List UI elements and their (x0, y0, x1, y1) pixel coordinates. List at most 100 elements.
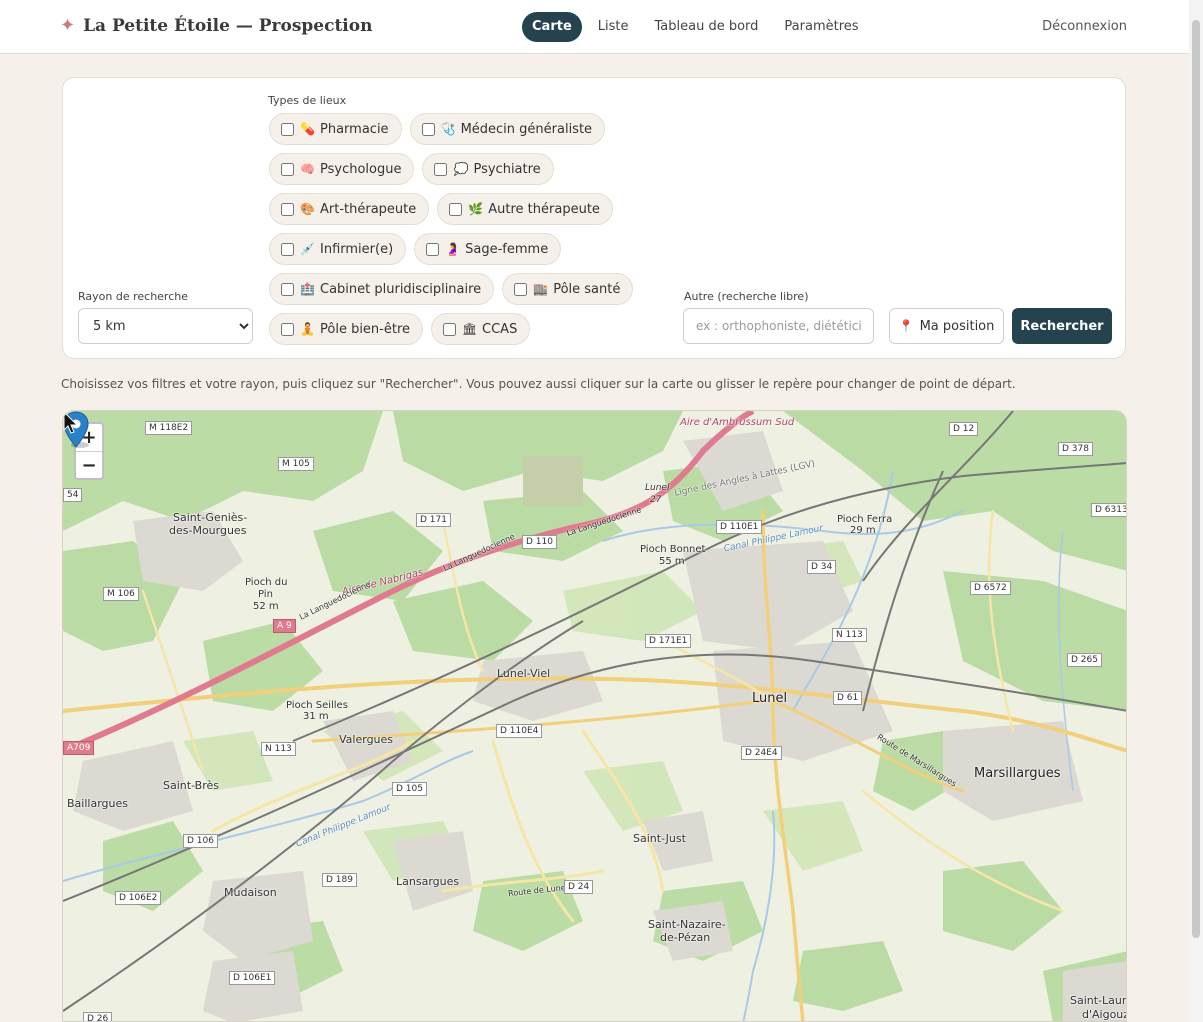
type-chip-medecin-generaliste[interactable]: 🩺 Médecin généraliste (409, 113, 606, 145)
brand-title: La Petite Étoile — Prospection (83, 16, 373, 36)
brand[interactable]: ✦ La Petite Étoile — Prospection (60, 14, 372, 38)
type-label: Sage-femme (465, 241, 549, 257)
road-shield: D 110E4 (496, 724, 543, 738)
type-chip-cabinet-pluridisciplinaire[interactable]: 🏥 Cabinet pluridisciplinaire (269, 273, 495, 305)
road-shield: D 24E4 (741, 746, 782, 760)
search-button[interactable]: Rechercher (1012, 308, 1112, 344)
map-tiles (63, 411, 1126, 1021)
types-row: 💊 Pharmacie 🩺 Médecin généraliste (269, 113, 606, 145)
type-checkbox-infirmier[interactable] (281, 242, 294, 256)
map-place-label: Pioch Bonnet (640, 544, 706, 555)
logout-link[interactable]: Déconnexion (1042, 19, 1127, 34)
my-position-button[interactable]: 📍 Ma position (889, 308, 1004, 344)
map-place-label: Valergues (339, 733, 394, 746)
brain-icon: 🧠 (300, 162, 315, 176)
type-checkbox-pharmacie[interactable] (281, 122, 294, 136)
tab-parametres[interactable]: Paramètres (774, 12, 868, 42)
map-place-label: Pin (258, 589, 273, 600)
type-chip-ccas[interactable]: 🏛 CCAS (431, 313, 531, 345)
road-shield: D 6313 (1091, 503, 1126, 517)
road-shield: A709 (63, 741, 95, 755)
tab-tableau-de-bord[interactable]: Tableau de bord (645, 12, 769, 42)
filter-panel: Rayon de recherche 5 km Types de lieux 💊… (62, 77, 1126, 359)
type-checkbox-ccas[interactable] (443, 322, 457, 336)
map-view[interactable]: + − Saint-Geniès- des-Mourgues Lunel-Vie… (62, 410, 1127, 1022)
type-checkbox-sage-femme[interactable] (426, 242, 440, 256)
map-place-label: Lunel (645, 483, 670, 493)
hospital-icon: 🏥 (300, 282, 315, 296)
map-place-label: 29 m (850, 525, 876, 536)
types-row: 🏥 Cabinet pluridisciplinaire 🏬 Pôle sant… (269, 273, 634, 305)
road-shield: D 12 (949, 422, 979, 436)
road-shield: 54 (63, 488, 83, 502)
free-search-input[interactable] (683, 308, 874, 344)
tab-carte[interactable]: Carte (522, 12, 582, 42)
road-shield: D 171E1 (645, 634, 692, 648)
type-checkbox-pole-bien-etre[interactable] (281, 322, 294, 336)
pill-icon: 💊 (300, 122, 315, 136)
type-label: Art-thérapeute (320, 201, 417, 217)
road-shield: D 26 (83, 1012, 113, 1021)
tab-liste[interactable]: Liste (588, 12, 639, 42)
type-chip-autre-therapeute[interactable]: 🌿 Autre thérapeute (437, 193, 613, 225)
types-label: Types de lieux (268, 94, 347, 107)
my-position-label: Ma position (919, 318, 995, 334)
map-place-label: 55 m (659, 556, 685, 567)
map-place-label: Pioch Ferra (837, 514, 893, 525)
road-shield: M 106 (103, 587, 139, 601)
pin-icon: 📍 (898, 319, 914, 333)
type-checkbox-autre-therapeute[interactable] (449, 202, 463, 216)
stethoscope-icon: 🩺 (440, 122, 456, 136)
map-place-label: 27 (650, 495, 662, 505)
map-place-label: de-Pézan (660, 931, 711, 944)
radius-select[interactable]: 5 km (78, 308, 253, 344)
scrollbar-thumb[interactable] (1192, 20, 1200, 938)
type-checkbox-art-therapeute[interactable] (281, 202, 294, 216)
road-shield: M 118E2 (145, 421, 193, 435)
road-shield: D 265 (1067, 653, 1102, 667)
type-chip-psychiatre[interactable]: 💭 Psychiatre (422, 153, 554, 185)
map-place-label: Saint-Brès (163, 779, 219, 792)
type-label: Infirmier(e) (320, 241, 394, 257)
mouse-cursor-icon (63, 411, 79, 434)
zoom-out-button[interactable]: − (76, 452, 102, 479)
road-shield: D 110E1 (716, 520, 763, 534)
road-shield: D 105 (392, 782, 427, 796)
road-shield: M 105 (278, 457, 314, 471)
herb-icon: 🌿 (468, 202, 484, 216)
type-checkbox-psychiatre[interactable] (434, 162, 448, 176)
map-place-label: Saint-Laure (1070, 994, 1127, 1007)
type-chip-sage-femme[interactable]: 🤰 Sage-femme (414, 233, 562, 265)
map-place-label: Mudaison (224, 886, 277, 899)
type-chip-infirmier[interactable]: 💉 Infirmier(e) (269, 233, 407, 265)
type-label: Pôle bien-être (320, 321, 411, 337)
road-shield: D 106E1 (229, 971, 276, 985)
type-label: Cabinet pluridisciplinaire (320, 281, 482, 297)
type-chip-pole-bien-etre[interactable]: 🧘 Pôle bien-être (269, 313, 424, 345)
road-shield: D 106 (183, 834, 218, 848)
road-shield: D 106E2 (115, 891, 162, 905)
map-place-label: Pioch Seilles (286, 700, 348, 711)
map-place-label: Baillargues (67, 797, 128, 810)
type-chip-psychologue[interactable]: 🧠 Psychologue (269, 153, 415, 185)
palette-icon: 🎨 (300, 202, 315, 216)
types-row: 🧠 Psychologue 💭 Psychiatre (269, 153, 554, 185)
type-checkbox-cabinet-pluridisciplinaire[interactable] (281, 282, 294, 296)
type-chip-pharmacie[interactable]: 💊 Pharmacie (269, 113, 402, 145)
type-checkbox-pole-sante[interactable] (514, 282, 528, 296)
road-shield: D 24 (564, 880, 594, 894)
help-text: Choisissez vos filtres et votre rayon, p… (61, 377, 1016, 391)
map-place-label: Saint-Geniès- (173, 511, 248, 524)
type-chip-pole-sante[interactable]: 🏬 Pôle santé (502, 273, 634, 305)
type-checkbox-psychologue[interactable] (281, 162, 294, 176)
syringe-icon: 💉 (300, 242, 315, 256)
road-shield: D 171 (416, 513, 451, 527)
top-header: ✦ La Petite Étoile — Prospection Carte L… (0, 0, 1189, 54)
map-place-label: Marsillargues (974, 766, 1061, 781)
road-shield: D 378 (1058, 442, 1093, 456)
map-place-label: Lunel (752, 691, 788, 706)
map-place-label: Saint-Nazaire- (648, 918, 726, 931)
star-icon: ✦ (60, 15, 76, 36)
type-checkbox-medecin-generaliste[interactable] (421, 122, 435, 136)
type-chip-art-therapeute[interactable]: 🎨 Art-thérapeute (269, 193, 430, 225)
